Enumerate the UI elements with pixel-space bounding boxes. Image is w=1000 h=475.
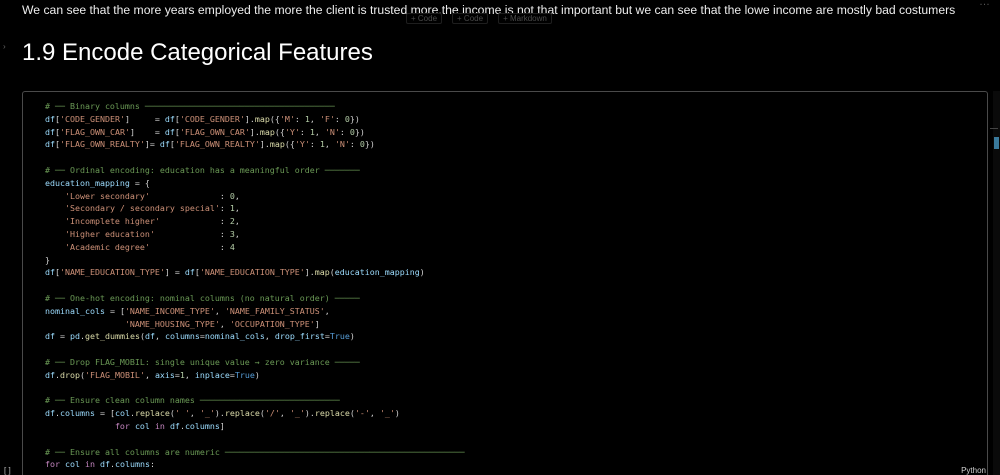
scrollbar-marker — [990, 128, 998, 129]
add-code-button-1[interactable]: + Code — [406, 13, 443, 24]
code-line[interactable]: ​ — [45, 151, 465, 164]
code-line[interactable]: ​ — [45, 279, 465, 292]
code-line[interactable]: 'NAME_HOUSING_TYPE', 'OCCUPATION_TYPE'] — [45, 318, 465, 331]
chevron-right-icon[interactable]: › — [3, 42, 6, 51]
code-line[interactable]: for col in df.columns] — [45, 420, 465, 433]
code-line[interactable]: 'Secondary / secondary special': 1, — [45, 202, 465, 215]
code-block[interactable]: # ── Binary columns ────────────────────… — [45, 100, 465, 471]
code-line[interactable]: # ── Drop FLAG_MOBIL: single unique valu… — [45, 356, 465, 369]
code-line[interactable]: df['FLAG_OWN_CAR'] = df['FLAG_OWN_CAR'].… — [45, 126, 465, 139]
code-line[interactable]: 'Higher education' : 3, — [45, 228, 465, 241]
code-line[interactable]: df['CODE_GENDER'] = df['CODE_GENDER'].ma… — [45, 113, 465, 126]
code-line[interactable]: df.columns = [col.replace(' ', '_').repl… — [45, 407, 465, 420]
code-line[interactable]: # ── Ensure all columns are numeric ────… — [45, 446, 465, 459]
add-markdown-button[interactable]: + Markdown — [498, 13, 552, 24]
scrollbar-thumb[interactable] — [994, 137, 999, 149]
code-line[interactable]: ​ — [45, 433, 465, 446]
cell-language-label[interactable]: Python — [961, 466, 986, 475]
code-line[interactable]: 'Academic degree' : 4 — [45, 241, 465, 254]
code-line[interactable]: ​ — [45, 382, 465, 395]
code-line[interactable]: df.drop('FLAG_MOBIL', axis=1, inplace=Tr… — [45, 369, 465, 382]
code-line[interactable]: 'Lower secondary' : 0, — [45, 190, 465, 203]
code-line[interactable]: } — [45, 254, 465, 267]
code-line[interactable]: for col in df.columns: — [45, 458, 465, 471]
code-cell-editor[interactable]: # ── Binary columns ────────────────────… — [22, 91, 988, 475]
code-line[interactable]: # ── Ordinal encoding: education has a m… — [45, 164, 465, 177]
code-line[interactable]: df = pd.get_dummies(df, columns=nominal_… — [45, 330, 465, 343]
add-code-button-2[interactable]: + Code — [452, 13, 489, 24]
code-line[interactable]: # ── One-hot encoding: nominal columns (… — [45, 292, 465, 305]
code-line[interactable]: df['NAME_EDUCATION_TYPE'] = df['NAME_EDU… — [45, 266, 465, 279]
code-line[interactable]: 'Incomplete higher' : 2, — [45, 215, 465, 228]
code-line[interactable]: # ── Ensure clean column names ─────────… — [45, 394, 465, 407]
code-line[interactable]: df['FLAG_OWN_REALTY']= df['FLAG_OWN_REAL… — [45, 138, 465, 151]
cell-insert-toolbar: + Code + Code + Markdown — [406, 13, 552, 24]
execution-count: [ ] — [4, 466, 11, 475]
code-line[interactable]: nominal_cols = ['NAME_INCOME_TYPE', 'NAM… — [45, 305, 465, 318]
ellipsis-icon[interactable]: … — [979, 0, 990, 8]
section-heading: 1.9 Encode Categorical Features — [22, 39, 373, 66]
code-line[interactable]: ​ — [45, 343, 465, 356]
code-line[interactable]: # ── Binary columns ────────────────────… — [45, 100, 465, 113]
code-line[interactable]: education_mapping = { — [45, 177, 465, 190]
